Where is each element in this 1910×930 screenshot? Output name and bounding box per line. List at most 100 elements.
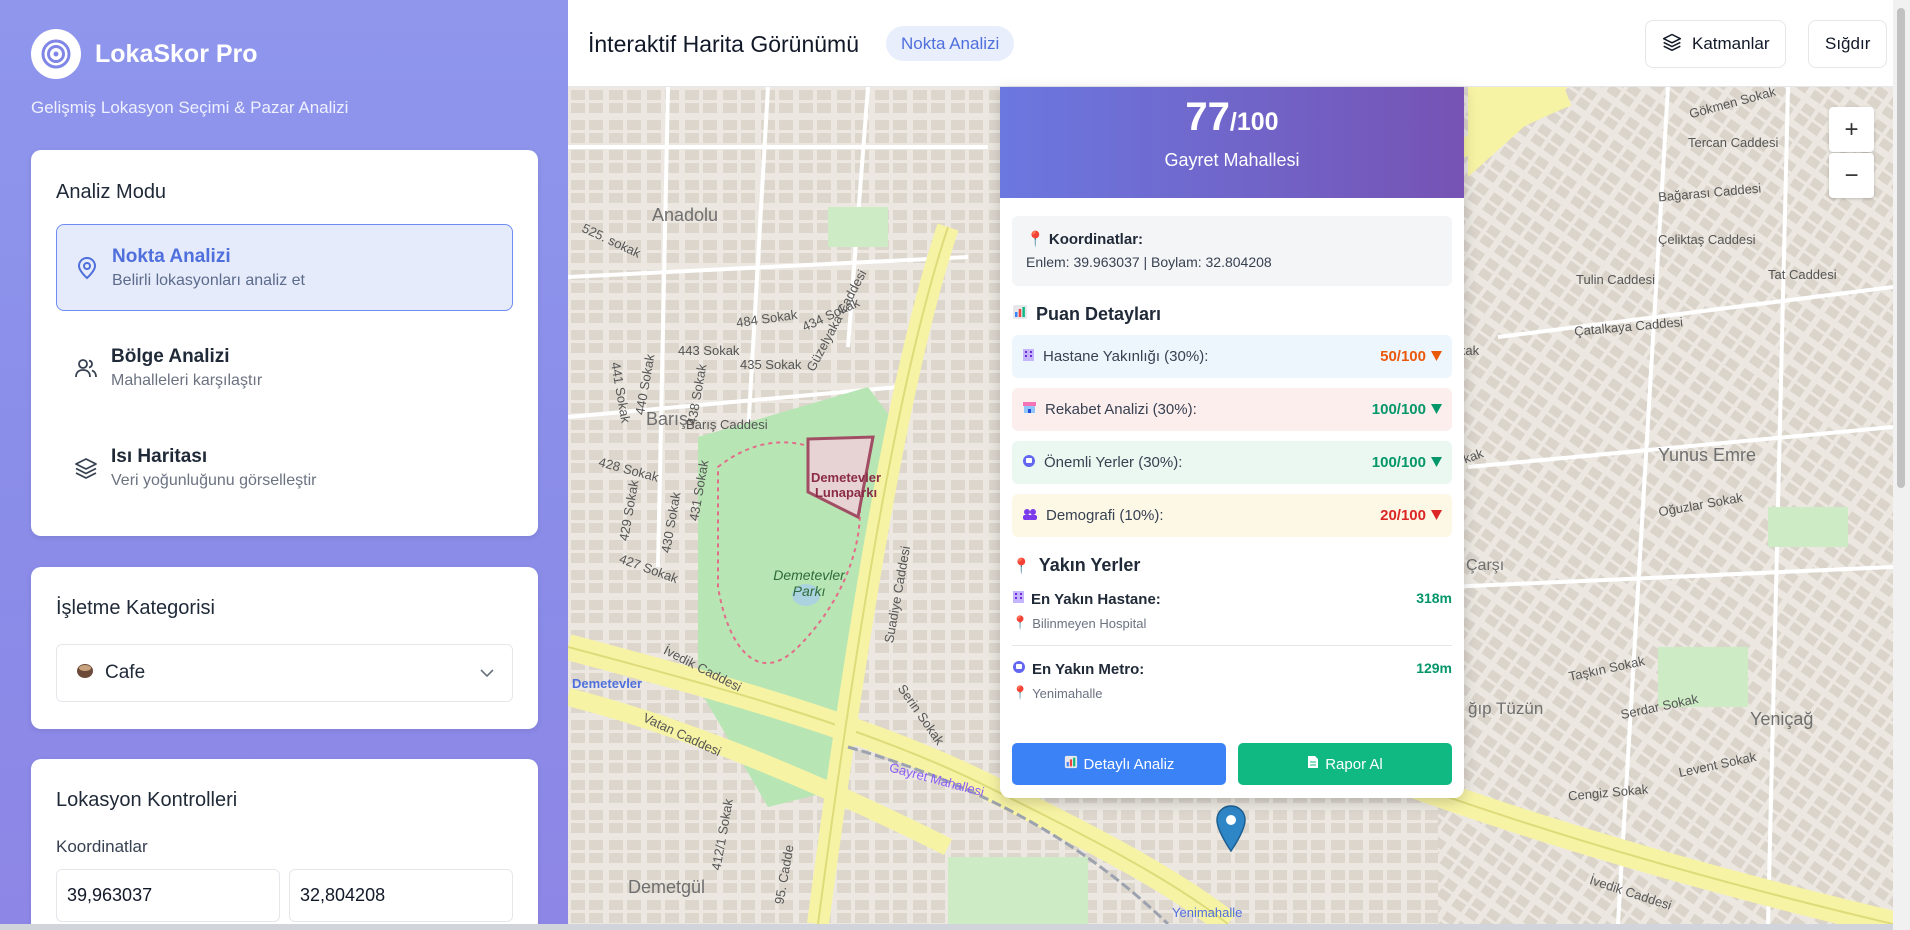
mode-item-title: Nokta Analizi [112, 245, 231, 267]
nearby-hospital: En Yakın Hastane: 📍 Bilinmeyen Hospital 3… [1012, 576, 1452, 646]
report-button[interactable]: Rapor Al [1238, 743, 1452, 785]
fit-button[interactable]: Sığdır [1808, 20, 1888, 68]
latitude-input[interactable] [56, 869, 280, 922]
chevron-down-icon [480, 662, 494, 684]
mode-item-subtitle: Belirli lokasyonları analiz et [112, 271, 305, 289]
brand: LokaSkor Pro [31, 29, 258, 79]
fit-button-label: Sığdır [1825, 34, 1871, 53]
mode-point-analysis[interactable]: Nokta Analizi Belirli lokasyonları anali… [56, 224, 513, 311]
score-row: Hastane Yakınlığı (30%): 50/100 [1012, 335, 1452, 378]
analysis-mode-card: Analiz Modu Nokta Analizi Belirli lokasy… [31, 150, 538, 536]
hospital-icon [1012, 590, 1025, 608]
trend-down-icon [1431, 348, 1442, 365]
detailed-analysis-label: Detaylı Analiz [1083, 755, 1175, 773]
map-label-tat: Tat Caddesi [1768, 267, 1837, 282]
target-icon [31, 29, 81, 79]
layers-button[interactable]: Katmanlar [1645, 20, 1787, 68]
mode-item-title: Isı Haritası [111, 445, 208, 467]
bar-chart-icon [1012, 304, 1028, 325]
analysis-popup: 77/100 Gayret Mahallesi 📍 Koordinatlar: … [1000, 87, 1464, 798]
score-value-text: 100/100 [1371, 454, 1426, 471]
brand-name: LokaSkor Pro [95, 39, 258, 68]
coffee-icon [75, 660, 95, 686]
map-label-demetgul: Demetgül [628, 877, 706, 897]
score-list: Hastane Yakınlığı (30%): 50/100 Rekabet An… [1000, 335, 1464, 537]
bottom-strip [0, 924, 1893, 930]
score-label: Demografi (10%): [1046, 507, 1164, 524]
map-label-tulin: Tulin Caddesi [1576, 272, 1656, 287]
pin-icon: 📍 [1012, 615, 1029, 630]
map-pin-icon [57, 256, 112, 280]
score-value-text: 20/100 [1380, 507, 1426, 524]
document-icon [1307, 755, 1319, 773]
page-title: İnteraktif Harita Görünümü [588, 31, 860, 57]
score-row: Demografi (10%): 20/100 [1012, 494, 1452, 537]
category-select[interactable]: Cafe [56, 644, 513, 702]
page-scrollbar[interactable] [1893, 0, 1910, 930]
layers-icon [1662, 32, 1682, 57]
bar-chart-icon [1064, 755, 1078, 773]
map-label-yenimahalle: Yenimahalle [1172, 905, 1243, 920]
business-category-card: İşletme Kategorisi Cafe [31, 567, 538, 729]
zoom-in-button[interactable]: + [1829, 107, 1874, 152]
hospital-icon [1022, 348, 1035, 366]
detailed-analysis-button[interactable]: Detaylı Analiz [1012, 743, 1226, 785]
brand-subtitle: Gelişmiş Lokasyon Seçimi & Pazar Analizi [31, 98, 349, 117]
map-label-celiktas: Çeliktaş Caddesi [1658, 232, 1756, 247]
store-icon [1022, 401, 1037, 418]
coords-key: 📍 Koordinatlar: [1026, 230, 1438, 248]
map-label-lunapark: Demetevler Lunaparkı [810, 470, 882, 500]
mode-item-subtitle: Veri yoğunluğunu görselleştir [111, 471, 317, 489]
mode-heatmap[interactable]: Isı Haritası Veri yoğunluğunu görselleşt… [56, 424, 513, 511]
category-selected-value: Cafe [105, 662, 146, 683]
nearby-title: En Yakın Metro: [1032, 660, 1145, 678]
score-value: 100/100 [1372, 401, 1442, 418]
score-row: Rekabet Analizi (30%): 100/100 [1012, 388, 1452, 431]
score-label: Önemli Yerler (30%): [1044, 454, 1183, 471]
nearby-distance: 129m [1416, 660, 1452, 676]
layers-button-label: Katmanlar [1692, 34, 1770, 53]
nearby-metro: En Yakın Metro: 📍 Yenimahalle 129m [1012, 646, 1452, 715]
pin-icon: 📍 [1012, 557, 1031, 575]
nearby-distance: 318m [1416, 590, 1452, 606]
category-title: İşletme Kategorisi [56, 597, 215, 619]
map-label-tercan: Tercan Caddesi [1688, 135, 1779, 150]
layers-icon [56, 456, 111, 480]
scrollbar-thumb[interactable] [1897, 8, 1905, 488]
nearby-title: En Yakın Hastane: [1031, 590, 1161, 608]
popup-header: 77/100 Gayret Mahallesi [1000, 87, 1464, 198]
score-value: 77 [1185, 95, 1230, 139]
score-value: 20/100 [1380, 507, 1442, 524]
map-label-carsi: Çarşı [1466, 557, 1505, 574]
score-details-heading: Puan Detayları [1012, 304, 1452, 325]
trend-down-icon [1431, 454, 1442, 471]
score-value: 50/100 [1380, 348, 1442, 365]
trend-down-icon [1431, 401, 1442, 418]
users-icon [56, 357, 111, 379]
popup-actions: Detaylı Analiz Rapor Al [1012, 743, 1452, 785]
popup-score: 77/100 [1000, 87, 1464, 140]
map-label-anadolu: Anadolu [652, 205, 719, 225]
mode-region-analysis[interactable]: Bölge Analizi Mahalleleri karşılaştır [56, 324, 513, 411]
coords-label: Koordinatlar: [1048, 231, 1144, 248]
score-label: Hastane Yakınlığı (30%): [1043, 348, 1209, 365]
map-header: İnteraktif Harita Görünümü Nokta Analizi… [568, 0, 1893, 87]
score-value-text: 50/100 [1380, 348, 1426, 365]
score-value-text: 100/100 [1371, 401, 1426, 418]
nearby-name: Yenimahalle [1032, 685, 1103, 701]
map-label-443-sokak: 443 Sokak [678, 343, 740, 358]
nearby-title: Yakın Yerler [1038, 555, 1141, 575]
map-label-tuzun: ğıp Tüzün [1468, 699, 1544, 718]
area-name: Gayret Mahallesi [1164, 150, 1300, 170]
longitude-input[interactable] [289, 869, 513, 922]
location-marker-icon[interactable] [1215, 805, 1247, 858]
map-label-yunus-emre: Yunus Emre [1658, 445, 1757, 465]
coords-value: Enlem: 39.963037 | Boylam: 32.804208 [1026, 254, 1272, 270]
map-label-park: Demetevler Parkı [773, 567, 845, 599]
sidebar: LokaSkor Pro Gelişmiş Lokasyon Seçimi & … [0, 0, 568, 930]
mode-item-subtitle: Mahalleleri karşılaştır [111, 371, 263, 389]
score-value: 100/100 [1372, 454, 1442, 471]
score-row: Önemli Yerler (30%): 100/100 [1012, 441, 1452, 484]
coords-box: 📍 Koordinatlar: Enlem: 39.963037 | Boyla… [1012, 216, 1452, 286]
zoom-out-button[interactable]: − [1829, 153, 1874, 198]
